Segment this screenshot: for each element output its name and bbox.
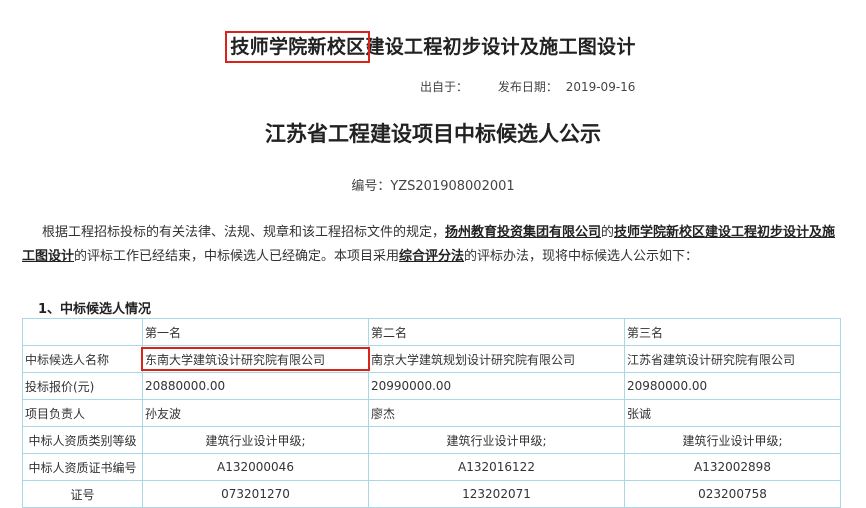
- row-label: 投标报价(元): [22, 372, 143, 400]
- table-cell: 20990000.00: [368, 372, 625, 400]
- date-value: 2019-09-16: [565, 80, 636, 94]
- document-title: 技师学院新校区建设工程初步设计及施工图设计: [0, 31, 866, 63]
- table-row: 证号 073201270 123202071 023200758: [22, 480, 841, 508]
- row-label: 中标人资质证书编号: [22, 453, 143, 481]
- table-row: 中标人资质证书编号 A132000046 A132016122 A1320028…: [22, 453, 841, 481]
- publish-meta: 出自于： 发布日期： 2019-09-16: [420, 78, 639, 95]
- table-cell: 张诚: [624, 399, 841, 427]
- table-cell: 东南大学建筑设计研究院有限公司: [141, 345, 370, 373]
- table-cell: A132002898: [624, 453, 841, 481]
- notice-title: 江苏省工程建设项目中标候选人公示: [265, 122, 601, 146]
- table-cell: 023200758: [624, 480, 841, 508]
- row-label: 证号: [22, 480, 143, 508]
- table-row: 中标人资质类别等级 建筑行业设计甲级; 建筑行业设计甲级; 建筑行业设计甲级;: [22, 426, 841, 454]
- table-row: 项目负责人 孙友波 廖杰 张诚: [22, 399, 841, 427]
- table-row: 投标报价(元) 20880000.00 20990000.00 20980000…: [22, 372, 841, 400]
- table-cell: 123202071: [368, 480, 625, 508]
- highlighted-candidate-name: 东南大学建筑设计研究院有限公司: [145, 352, 326, 367]
- row-label: 项目负责人: [22, 399, 143, 427]
- date-label: 发布日期：: [497, 80, 558, 94]
- table-header-cell: 第一名: [142, 318, 369, 346]
- table-cell: A132016122: [368, 453, 625, 481]
- table-cell: 20880000.00: [142, 372, 369, 400]
- table-cell: 20980000.00: [624, 372, 841, 400]
- intro-text-3: 的评标工作已经结束，中标候选人已经确定。本项目采用: [74, 249, 400, 264]
- table-header-row: 第一名 第二名 第三名: [22, 318, 841, 346]
- table-cell: 建筑行业设计甲级;: [142, 426, 369, 454]
- table-header-cell: [22, 318, 143, 346]
- notice-serial: 编号：YZS201908002001: [351, 179, 515, 194]
- candidate-table: 第一名 第二名 第三名 中标候选人名称 东南大学建筑设计研究院有限公司 南京大学…: [22, 318, 841, 508]
- intro-text-4: 的评标办法，现将中标候选人公示如下：: [464, 249, 699, 264]
- table-header-cell: 第三名: [624, 318, 841, 346]
- method-link[interactable]: 综合评分法: [399, 249, 464, 264]
- table-cell: 江苏省建筑设计研究院有限公司: [624, 345, 841, 373]
- title-rest: 建设工程初步设计及施工图设计: [365, 36, 636, 58]
- title-highlight: 技师学院新校区: [225, 31, 371, 63]
- table-cell: 孙友波: [142, 399, 369, 427]
- table-row: 中标候选人名称 东南大学建筑设计研究院有限公司 南京大学建筑规划设计研究院有限公…: [22, 345, 841, 373]
- intro-paragraph: 根据工程招标投标的有关法律、法规、规章和该工程招标文件的规定，扬州教育投资集团有…: [22, 221, 840, 269]
- table-cell: 建筑行业设计甲级;: [368, 426, 625, 454]
- intro-text-1: 根据工程招标投标的有关法律、法规、规章和该工程招标文件的规定，: [42, 225, 446, 240]
- table-cell: 建筑行业设计甲级;: [624, 426, 841, 454]
- table-cell: 南京大学建筑规划设计研究院有限公司: [368, 345, 625, 373]
- row-label: 中标人资质类别等级: [22, 426, 143, 454]
- table-cell: 廖杰: [368, 399, 625, 427]
- table-cell: A132000046: [142, 453, 369, 481]
- tenderer-link[interactable]: 扬州教育投资集团有限公司: [445, 225, 601, 240]
- section-heading: 1、中标候选人情况: [38, 302, 152, 317]
- table-header-cell: 第二名: [368, 318, 625, 346]
- table-cell: 073201270: [142, 480, 369, 508]
- source-label: 出自于：: [420, 80, 469, 94]
- row-label: 中标候选人名称: [22, 345, 143, 373]
- intro-text-2: 的: [601, 225, 615, 240]
